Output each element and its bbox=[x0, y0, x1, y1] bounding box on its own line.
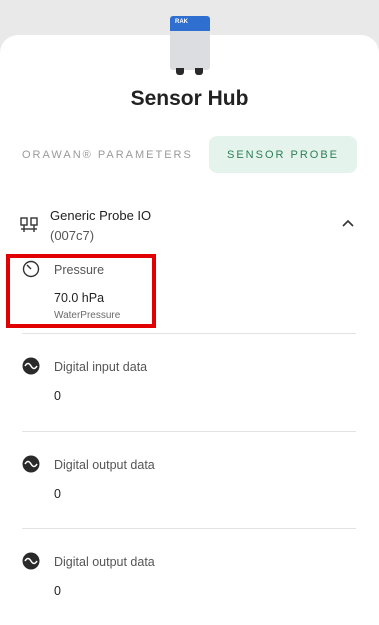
digital-input-value: 0 bbox=[54, 389, 61, 403]
wave-icon bbox=[22, 455, 40, 473]
probe-name[interactable]: Generic Probe IO bbox=[50, 208, 151, 223]
wave-icon bbox=[22, 357, 40, 375]
digital-output-label: Digital output data bbox=[54, 458, 155, 472]
chevron-up-icon[interactable] bbox=[340, 217, 356, 229]
digital-output-value: 0 bbox=[54, 584, 61, 598]
highlight-box bbox=[6, 254, 156, 328]
divider bbox=[22, 333, 356, 334]
probe-id: (007c7) bbox=[50, 228, 95, 243]
page-title: Sensor Hub bbox=[130, 87, 249, 110]
device-image: RAK bbox=[170, 16, 210, 75]
divider bbox=[22, 431, 356, 432]
digital-output-value: 0 bbox=[54, 487, 61, 501]
tab-lorawan-parameters[interactable]: ORAWAN® PARAMETERS bbox=[22, 149, 193, 161]
tab-sensor-probe[interactable]: SENSOR PROBE bbox=[209, 136, 357, 173]
probe-icon bbox=[20, 217, 38, 232]
device-brand: RAK bbox=[175, 19, 188, 25]
digital-input-label: Digital input data bbox=[54, 360, 148, 374]
bottom-sheet bbox=[0, 35, 379, 625]
divider bbox=[22, 528, 356, 529]
wave-icon bbox=[22, 552, 40, 570]
digital-output-label: Digital output data bbox=[54, 555, 155, 569]
